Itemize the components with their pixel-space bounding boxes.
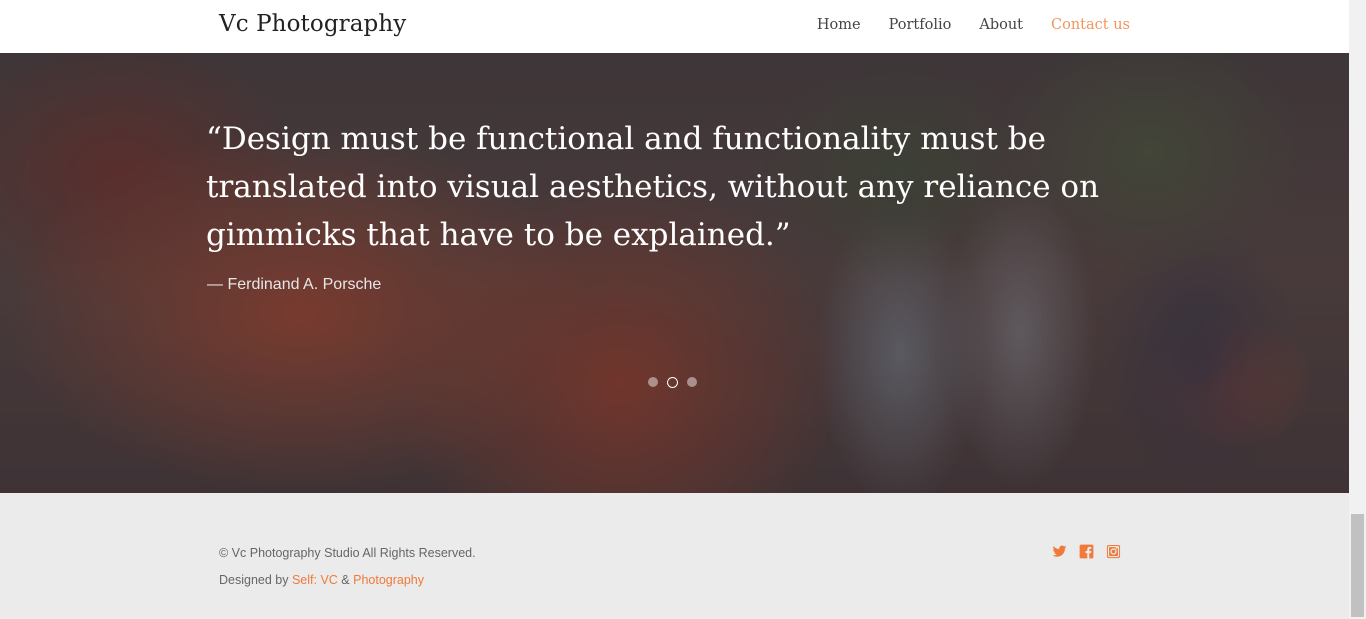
carousel-dot-2[interactable] bbox=[667, 376, 678, 388]
hero-quote: “Design must be functional and functiona… bbox=[206, 121, 1100, 253]
nav-home[interactable]: Home bbox=[817, 17, 861, 33]
brand-logo[interactable]: Vc Photography bbox=[219, 11, 406, 37]
footer: © Vc Photography Studio All Rights Reser… bbox=[0, 493, 1349, 619]
social-links bbox=[1052, 544, 1121, 559]
carousel-dot-1[interactable] bbox=[648, 377, 658, 387]
nav-portfolio[interactable]: Portfolio bbox=[889, 17, 952, 33]
nav-about[interactable]: About bbox=[979, 17, 1023, 33]
nav-contact-us[interactable]: Contact us bbox=[1051, 17, 1130, 33]
main-nav: Home Portfolio About Contact us bbox=[817, 17, 1130, 33]
facebook-icon[interactable] bbox=[1079, 544, 1094, 559]
navbar: Vc Photography Home Portfolio About Cont… bbox=[0, 0, 1349, 53]
page: Vc Photography Home Portfolio About Cont… bbox=[0, 0, 1349, 619]
twitter-icon[interactable] bbox=[1052, 544, 1067, 559]
designed-by: Designed by Self: VC & Photography bbox=[219, 573, 424, 587]
copyright-text: © Vc Photography Studio All Rights Reser… bbox=[219, 546, 476, 560]
designed-by-prefix: Designed by bbox=[219, 573, 292, 587]
designed-by-separator: & bbox=[337, 573, 354, 587]
hero-section: “Design must be functional and functiona… bbox=[0, 53, 1349, 493]
designer-link[interactable]: Self: VC bbox=[292, 573, 338, 587]
page-scrollbar[interactable] bbox=[1349, 0, 1366, 619]
scrollbar-thumb[interactable] bbox=[1351, 514, 1364, 617]
quote-author: — Ferdinand A. Porsche bbox=[207, 276, 382, 293]
instagram-icon[interactable] bbox=[1106, 544, 1121, 559]
photography-link[interactable]: Photography bbox=[353, 573, 424, 587]
carousel-indicators bbox=[648, 376, 697, 388]
carousel-dot-3[interactable] bbox=[687, 377, 697, 387]
